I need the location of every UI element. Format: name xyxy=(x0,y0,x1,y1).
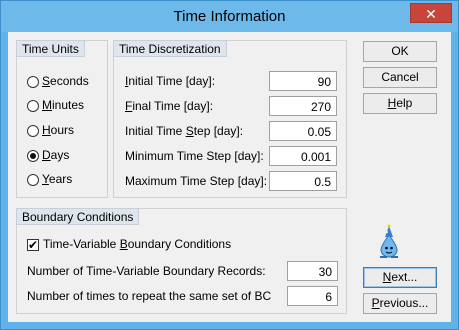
radio-selected-icon xyxy=(27,149,39,162)
maximum-time-step-text: Maximum Time Step [day]: xyxy=(125,174,268,188)
time-discretization-group: Time Discretization Initial Time [day]: … xyxy=(113,40,347,198)
bc-records-input[interactable]: 30 xyxy=(287,261,338,281)
maximum-time-step-input[interactable]: 0.5 xyxy=(269,171,337,191)
boundary-conditions-group: Boundary Conditions Time-Variable Bounda… xyxy=(16,208,347,314)
previous-label: revious... xyxy=(379,296,429,310)
time-units-group: Time Units Seconds Minutes Hours Days Ye… xyxy=(16,40,108,198)
time-variable-bc-checkbox[interactable]: Time-Variable Boundary Conditions xyxy=(27,235,232,254)
radio-minutes[interactable]: Minutes xyxy=(27,96,84,114)
radio-hours[interactable]: Hours xyxy=(27,121,74,139)
initial-time-step-label: Initial Time Step [day]: xyxy=(125,122,243,140)
time-variable-bc-mnemonic: B xyxy=(119,237,128,251)
radio-circle-icon xyxy=(27,75,39,88)
radio-days-label: ays xyxy=(50,148,70,162)
dialog-client-area: Time Units Seconds Minutes Hours Days Ye… xyxy=(8,32,451,322)
title-bar[interactable]: Time Information ✕ xyxy=(1,1,458,32)
radio-circle-icon xyxy=(27,99,39,112)
help-label: elp xyxy=(396,96,413,110)
radio-seconds[interactable]: Seconds xyxy=(27,72,89,90)
radio-years-mnemonic: Y xyxy=(42,172,49,186)
time-units-title: Time Units xyxy=(16,40,85,57)
minimum-time-step-label: Minimum Time Step [day]: xyxy=(125,147,264,165)
previous-mnemonic: P xyxy=(371,296,380,310)
radio-circle-icon xyxy=(27,173,39,186)
initial-time-step-mnemonic: S xyxy=(185,124,194,138)
radio-hours-mnemonic: H xyxy=(42,123,51,137)
bc-records-label: Number of Time-Variable Boundary Records… xyxy=(27,264,266,278)
radio-minutes-mnemonic: M xyxy=(42,98,52,112)
radio-days-mnemonic: D xyxy=(42,148,51,162)
bc-repeat-input[interactable]: 6 xyxy=(287,286,338,306)
radio-years-label: ears xyxy=(48,172,73,186)
maximum-time-step-label: Maximum Time Step [day]: xyxy=(125,172,267,190)
final-time-text: inal Time [day]: xyxy=(132,99,214,113)
initial-time-step-text: tep [day]: xyxy=(193,124,244,138)
minimum-time-step-input[interactable]: 0.001 xyxy=(269,146,337,166)
checkbox-checked-icon xyxy=(27,236,39,254)
next-label: ext... xyxy=(391,270,418,284)
final-time-input[interactable]: 270 xyxy=(269,96,337,116)
initial-time-text: nitial Time [day]: xyxy=(128,74,216,88)
radio-seconds-mnemonic: S xyxy=(42,74,51,88)
boundary-conditions-title: Boundary Conditions xyxy=(16,208,140,225)
radio-days[interactable]: Days xyxy=(27,146,69,164)
time-variable-bc-pre: Time-Variable xyxy=(43,237,120,251)
time-discretization-title: Time Discretization xyxy=(113,40,227,57)
time-variable-bc-text: oundary Conditions xyxy=(127,237,232,251)
initial-time-step-pre: Initial Time xyxy=(125,124,186,138)
next-button[interactable]: Next... xyxy=(363,267,437,288)
initial-time-step-input[interactable]: 0.05 xyxy=(269,121,337,141)
minimum-time-step-text: Minimum Time Step [day]: xyxy=(125,149,264,163)
dialog-window: Time Information ✕ Time Units Seconds Mi… xyxy=(0,0,459,330)
droplet-wizard-icon xyxy=(380,224,398,258)
close-button[interactable]: ✕ xyxy=(410,3,452,23)
initial-time-input[interactable]: 90 xyxy=(269,71,337,91)
radio-hours-label: ours xyxy=(50,123,75,137)
radio-minutes-label: inutes xyxy=(52,98,85,112)
bc-repeat-label: Number of times to repeat the same set o… xyxy=(27,289,272,303)
radio-circle-icon xyxy=(27,124,39,137)
radio-years[interactable]: Years xyxy=(27,170,72,188)
cancel-button[interactable]: Cancel xyxy=(363,67,437,88)
help-button[interactable]: Help xyxy=(363,93,437,114)
final-time-label: Final Time [day]: xyxy=(125,97,213,115)
initial-time-label: Initial Time [day]: xyxy=(125,72,215,90)
previous-button[interactable]: Previous... xyxy=(363,293,437,314)
radio-seconds-label: econds xyxy=(50,74,89,88)
ok-button[interactable]: OK xyxy=(363,41,437,62)
window-title: Time Information xyxy=(173,8,286,25)
